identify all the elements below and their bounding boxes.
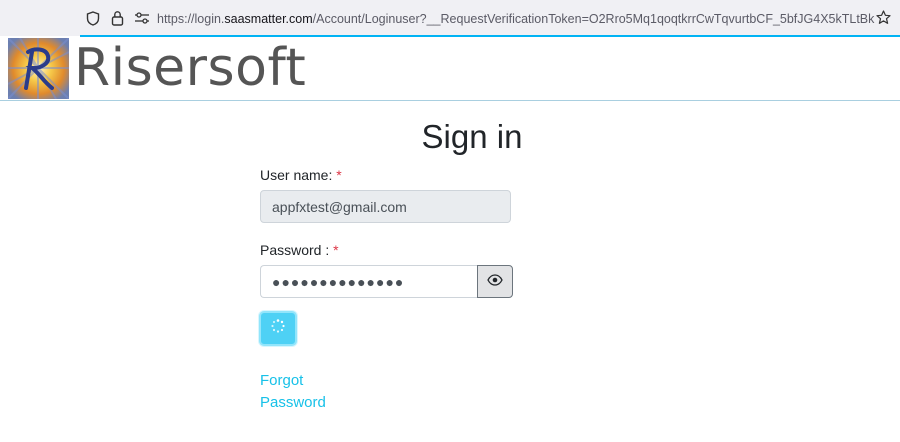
lock-icon[interactable] [111,10,124,31]
password-field[interactable] [260,265,477,298]
brand-name: Risersoft [74,38,307,98]
username-label: User name: * [260,166,342,184]
password-label: Password : * [260,241,339,259]
site-header: Risersoft [0,37,900,101]
risersoft-logo[interactable] [7,37,70,100]
required-mark: * [336,167,342,183]
browser-url-bar: https://login.saasmatter.com/Account/Log… [0,0,900,37]
spinner-icon [271,319,285,338]
show-password-button[interactable] [477,265,513,298]
url-domain: saasmatter.com [224,12,313,26]
username-label-text: User name: [260,167,333,183]
url-path: /Account/Loginuser?__RequestVerification… [312,12,875,26]
forgot-line-2: Password [260,394,326,411]
url-prefix: https://login. [157,12,225,26]
username-field[interactable] [260,190,511,223]
eye-icon [487,273,503,291]
permissions-icon[interactable] [134,11,150,30]
url-text[interactable]: https://login.saasmatter.com/Account/Log… [157,10,875,28]
forgot-line-1: Forgot [260,372,304,389]
password-label-text: Password : [260,242,330,258]
required-mark: * [333,242,339,258]
forgot-password-link[interactable]: Forgot Password [260,370,330,414]
page-title: Sign in [421,118,523,155]
sign-in-button[interactable] [259,311,297,346]
shield-icon[interactable] [86,11,100,31]
bookmark-star-icon[interactable] [876,10,891,30]
